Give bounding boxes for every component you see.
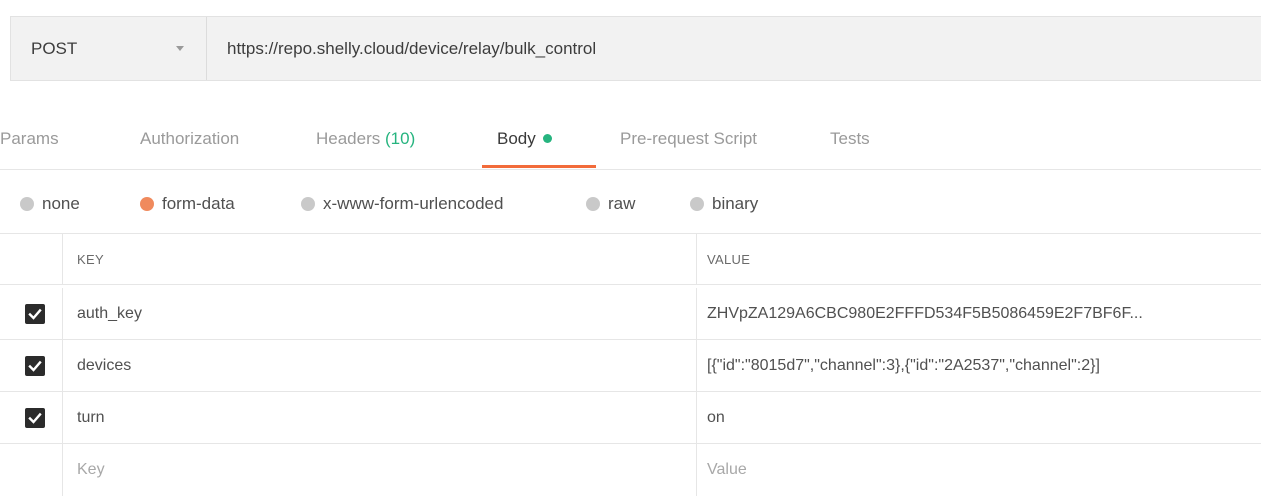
value-header-label: VALUE [707, 251, 751, 267]
table-row: turn on [0, 392, 1261, 444]
method-label: POST [31, 39, 78, 58]
gutter-cell [0, 340, 63, 391]
radio-binary-label: binary [712, 194, 759, 213]
radio-none-dot[interactable] [20, 197, 34, 211]
radio-raw-dot[interactable] [586, 197, 600, 211]
key-text: devices [77, 356, 132, 374]
checkmark-icon [28, 308, 42, 320]
row-enabled-checkbox[interactable] [25, 304, 45, 324]
value-cell[interactable]: on [697, 392, 1261, 443]
key-header-label: KEY [77, 251, 104, 267]
tab-authorization[interactable]: Authorization [140, 118, 239, 160]
value-column-header: VALUE [697, 234, 1261, 284]
chevron-down-icon[interactable] [176, 46, 184, 51]
tab-params[interactable]: Params [0, 118, 59, 160]
gutter-cell [0, 288, 63, 339]
request-bar: POST https://repo.shelly.cloud/device/re… [10, 16, 1261, 81]
gutter-cell [0, 392, 63, 443]
value-text: on [707, 408, 725, 426]
value-text: ZHVpZA129A6CBC980E2FFFD534F5B5086459E2F7… [707, 304, 1143, 322]
table-row: devices [{"id":"8015d7","channel":3},{"i… [0, 340, 1261, 392]
radio-form-data-dot[interactable] [140, 197, 154, 211]
radio-binary-dot[interactable] [690, 197, 704, 211]
body-indicator-dot [542, 134, 552, 143]
tab-pre-request-script[interactable]: Pre-request Script [620, 118, 757, 160]
gutter-cell [0, 444, 63, 496]
checkmark-icon [28, 360, 42, 372]
key-placeholder: Key [77, 461, 105, 478]
radio-urlencoded-label: x-www-form-urlencoded [323, 194, 504, 213]
radio-urlencoded-dot[interactable] [301, 197, 315, 211]
radio-none-label: none [42, 194, 80, 213]
table-row: auth_key ZHVpZA129A6CBC980E2FFFD534F5B50… [0, 288, 1261, 340]
tab-body-label: Body [497, 129, 536, 148]
key-cell[interactable]: devices [63, 340, 697, 391]
tab-body[interactable]: Body [497, 118, 552, 160]
radio-raw-label: raw [608, 194, 636, 213]
gutter-cell [0, 234, 63, 284]
body-type-radios: none form-data x-www-form-urlencoded raw… [0, 188, 1261, 220]
new-value-input[interactable]: Value [697, 444, 1261, 496]
row-enabled-checkbox[interactable] [25, 356, 45, 376]
new-key-input[interactable]: Key [63, 444, 697, 496]
tab-headers[interactable]: Headers (10) [316, 118, 415, 160]
radio-form-data-label: form-data [162, 194, 235, 213]
key-cell[interactable]: auth_key [63, 288, 697, 339]
value-placeholder: Value [707, 461, 747, 478]
value-text: [{"id":"8015d7","channel":3},{"id":"2A25… [707, 356, 1100, 374]
active-tab-underline [482, 165, 596, 168]
url-input[interactable]: https://repo.shelly.cloud/device/relay/b… [227, 17, 596, 80]
tab-tests[interactable]: Tests [830, 118, 870, 160]
headers-count-badge: (10) [385, 129, 416, 148]
key-text: turn [77, 408, 105, 426]
tab-headers-label: Headers [316, 129, 381, 148]
key-text: auth_key [77, 304, 142, 322]
value-cell[interactable]: ZHVpZA129A6CBC980E2FFFD534F5B5086459E2F7… [697, 288, 1261, 339]
request-tabs: Params Authorization Headers (10) Body P… [0, 118, 1261, 170]
table-header-row: KEY VALUE [0, 233, 1261, 285]
new-row: Key Value [0, 444, 1261, 496]
tabs-divider [0, 169, 1261, 170]
row-enabled-checkbox[interactable] [25, 408, 45, 428]
key-column-header: KEY [63, 234, 697, 284]
key-cell[interactable]: turn [63, 392, 697, 443]
method-select[interactable]: POST [11, 17, 207, 80]
value-cell[interactable]: [{"id":"8015d7","channel":3},{"id":"2A25… [697, 340, 1261, 391]
checkmark-icon [28, 412, 42, 424]
